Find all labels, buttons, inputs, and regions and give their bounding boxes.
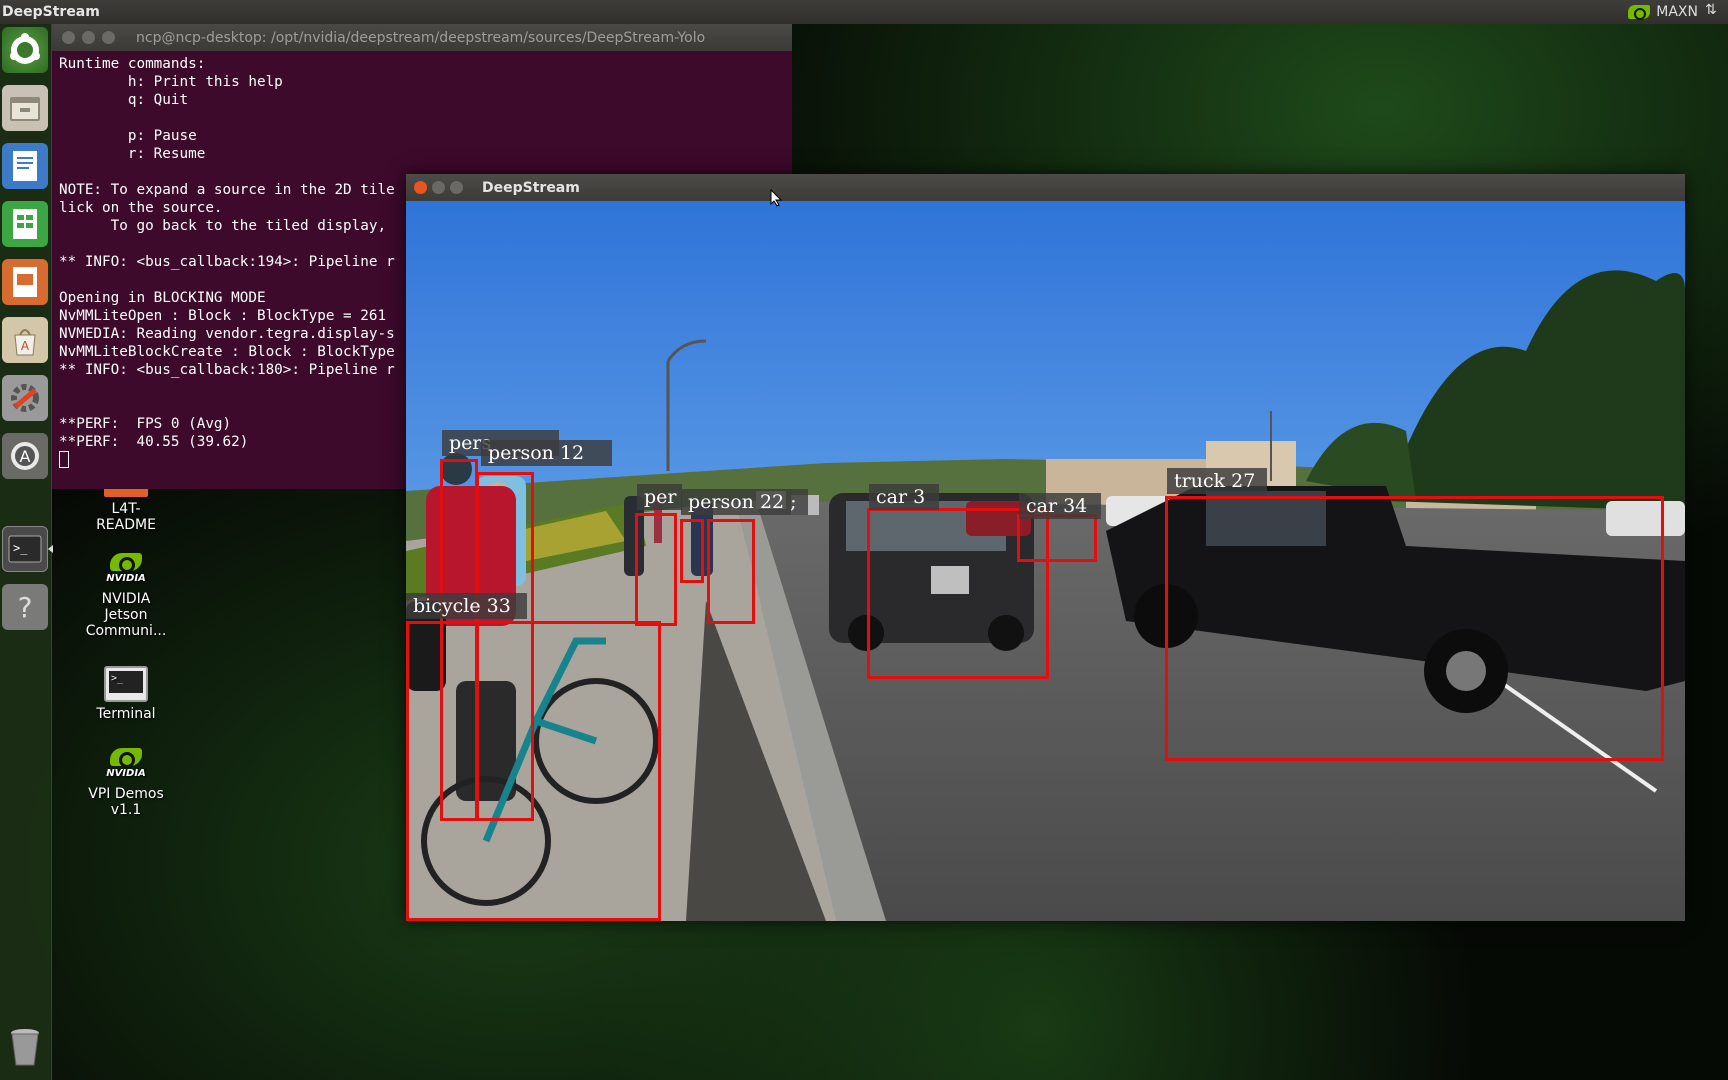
detection-label-truck-27: truck 27: [1167, 468, 1267, 494]
video-frame[interactable]: pers person 12 bicycle 33 per person 22 …: [406, 201, 1685, 921]
detection-label-person-12: person 12: [481, 440, 612, 466]
minimize-icon[interactable]: [82, 31, 95, 44]
deepstream-window[interactable]: DeepStream pers person 12 bicycle 33 per…: [406, 174, 1685, 921]
minimize-icon[interactable]: [432, 181, 445, 194]
detection-box-person[interactable]: [635, 513, 677, 626]
detection-label-car-34: car 34: [1019, 493, 1101, 519]
active-app-title: DeepStream: [2, 4, 100, 20]
desktop-icon-readme[interactable]: L4T- README: [76, 487, 176, 533]
detection-label-car-3: car 3: [869, 484, 939, 510]
desktop-icon-label: NVIDIA Jetson Communi...: [85, 591, 167, 639]
detection-box-truck-27[interactable]: [1165, 496, 1664, 761]
close-icon[interactable]: [62, 31, 75, 44]
indicator-area: MAXN: [1628, 2, 1728, 20]
deepstream-titlebar[interactable]: DeepStream: [406, 174, 1685, 201]
impress-icon[interactable]: [2, 259, 48, 305]
trash-icon[interactable]: [2, 1024, 48, 1070]
detection-box-person-22[interactable]: [707, 519, 755, 624]
detection-label-bicycle-33: bicycle 33: [406, 593, 527, 619]
writer-icon[interactable]: [2, 143, 48, 189]
network-icon[interactable]: [1704, 2, 1720, 19]
detection-box-bicycle-33[interactable]: [406, 621, 661, 921]
terminal-line: h: Print this help: [59, 74, 283, 90]
system-settings-icon[interactable]: [2, 375, 48, 421]
nvidia-logo-icon: NVIDIA: [104, 748, 148, 782]
svg-text:>_: >_: [13, 541, 28, 555]
terminal-line: r: Resume: [59, 146, 206, 162]
terminal-title: ncp@ncp-desktop: /opt/nvidia/deepstream/…: [136, 29, 706, 46]
nvidia-power-icon[interactable]: [1628, 5, 1651, 20]
mouse-pointer-icon: [770, 189, 782, 207]
launcher: A A >_ ?: [0, 24, 53, 1080]
top-panel: DeepStream MAXN: [0, 0, 1728, 24]
deepstream-title: DeepStream: [482, 179, 580, 196]
maximize-icon[interactable]: [102, 31, 115, 44]
detection-box-car-34[interactable]: [1017, 514, 1097, 562]
close-icon[interactable]: [414, 181, 427, 194]
nvidia-logo-icon: NVIDIA: [104, 553, 148, 587]
calc-icon[interactable]: [2, 201, 48, 247]
help-icon[interactable]: ?: [2, 584, 48, 630]
desktop-icon-label: L4T- README: [96, 501, 156, 533]
desktop-icon-label: VPI Demos v1.1: [88, 786, 164, 818]
maximize-icon[interactable]: [450, 181, 463, 194]
desktop-icon-label: Terminal: [96, 706, 156, 722]
svg-text:A: A: [20, 447, 31, 466]
terminal-launcher-icon[interactable]: >_: [2, 526, 48, 572]
desktop-icon-jetson-community[interactable]: NVIDIA NVIDIA Jetson Communi...: [76, 553, 176, 639]
terminal-line: q: Quit: [59, 92, 189, 108]
detection-box-person-small[interactable]: [680, 519, 704, 583]
terminal-cursor: [59, 451, 69, 468]
terminal-icon: >_: [104, 666, 148, 702]
ubuntu-dash-icon[interactable]: [2, 27, 48, 73]
power-mode-label[interactable]: MAXN: [1656, 4, 1698, 20]
terminal-line: p: Pause: [59, 128, 197, 144]
detection-label-person-22: person 22 ;: [681, 489, 808, 515]
software-updater-icon[interactable]: A: [2, 433, 48, 479]
desktop-icon-vpi-demos[interactable]: NVIDIA VPI Demos v1.1: [76, 748, 176, 818]
files-icon[interactable]: [2, 85, 48, 131]
software-center-icon[interactable]: A: [2, 317, 48, 363]
active-indicator-icon: [48, 545, 53, 553]
terminal-line: Runtime commands:: [59, 56, 206, 72]
desktop-icon-terminal[interactable]: >_ Terminal: [76, 666, 176, 722]
terminal-titlebar[interactable]: ncp@ncp-desktop: /opt/nvidia/deepstream/…: [52, 24, 792, 51]
detection-label-person: per: [637, 484, 682, 510]
svg-text:A: A: [21, 339, 30, 353]
